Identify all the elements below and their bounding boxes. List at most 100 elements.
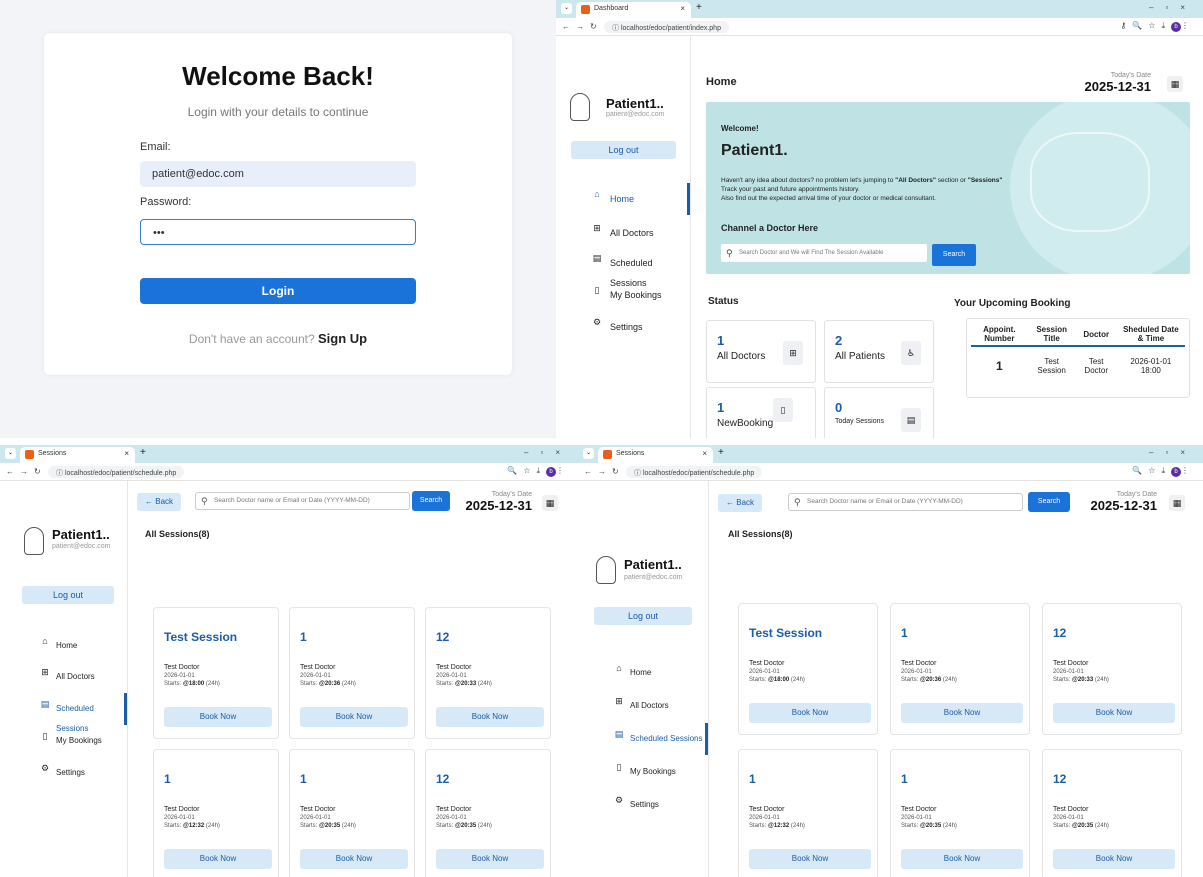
calendar-icon: ▦ [1167, 76, 1183, 92]
sidebar-item-scheduled-sessions[interactable]: ▤ Scheduled Sessions [0, 693, 127, 733]
new-tab-icon[interactable]: + [696, 2, 702, 13]
book-now-button[interactable]: Book Now [436, 849, 544, 869]
session-date: 2026-01-01 [749, 669, 780, 675]
address-bar: ←→↻ ⓘ localhost/edoc/patient/schedule.ph… [0, 463, 578, 481]
bookmark-icon: ▯ [773, 398, 793, 422]
book-now-button[interactable]: Book Now [1053, 703, 1175, 723]
session-title: 12 [436, 630, 450, 644]
window-controls[interactable]: –▫× [1149, 3, 1197, 12]
book-now-button[interactable]: Book Now [749, 703, 871, 723]
signup-text: Don't have an account? [188, 332, 315, 346]
book-now-button[interactable]: Book Now [1053, 849, 1175, 869]
starts-prefix: Starts: [901, 823, 921, 829]
search-placeholder: Search Doctor name or Email or Date (YYY… [807, 498, 963, 505]
password-field[interactable]: ••• [140, 219, 416, 245]
url-field[interactable]: ⓘ localhost/edoc/patient/schedule.php [626, 466, 763, 478]
logout-button[interactable]: Log out [594, 607, 692, 625]
sidebar-item-label: My Bookings [56, 736, 102, 745]
close-tab-icon[interactable]: × [702, 449, 707, 458]
signup-link[interactable]: Sign Up [318, 331, 367, 346]
sidebar-item-all-doctors[interactable]: ⊞ All Doctors [578, 696, 708, 716]
session-start: Starts: @20:36 (24h) [901, 677, 957, 683]
sidebar-item-settings[interactable]: ⚙ Settings [556, 317, 690, 337]
nav-buttons[interactable]: ←→↻ [584, 467, 625, 476]
sidebar-item-settings[interactable]: ⚙ Settings [0, 763, 127, 783]
session-card: 12 Test Doctor 2026-01-01 Starts: @20:33 (2… [425, 607, 551, 739]
book-now-button[interactable]: Book Now [164, 707, 272, 727]
table-cell: 1 [996, 359, 1003, 373]
url-field[interactable]: ⓘ localhost/edoc/patient/index.php [604, 21, 729, 33]
schedule-icon: ▤ [901, 408, 921, 432]
sidebar-item-home[interactable]: ⌂ Home [578, 663, 708, 683]
browser-toolbar-icons[interactable]: 🔍☆⤓ b ⋮ [1132, 466, 1195, 477]
session-date: 2026-01-01 [436, 673, 467, 679]
status-label: All Patients [835, 351, 886, 362]
tab-sessions[interactable]: Sessions × [598, 447, 713, 463]
sidebar-item-my-bookings[interactable]: ▯ My Bookings [578, 762, 708, 782]
bookmark-icon: ▯ [42, 731, 48, 741]
session-title: 1 [300, 772, 307, 786]
book-now-button[interactable]: Book Now [300, 707, 408, 727]
tab-sessions[interactable]: Sessions × [20, 447, 135, 463]
tab-search-icon[interactable]: ⌄ [583, 448, 594, 459]
search-button[interactable]: Search [1028, 492, 1070, 512]
search-button[interactable]: Search [412, 491, 450, 511]
back-button[interactable]: ← Back [718, 494, 763, 512]
status-card-all-patients[interactable]: 2 All Patients ♿ [824, 320, 934, 383]
search-button[interactable]: Search [932, 244, 976, 266]
sidebar-item-settings[interactable]: ⚙ Settings [578, 795, 708, 815]
close-tab-icon[interactable]: × [124, 449, 129, 458]
book-now-button[interactable]: Book Now [901, 703, 1023, 723]
close-tab-icon[interactable]: × [680, 4, 685, 13]
url-field[interactable]: ⓘ localhost/edoc/patient/schedule.php [48, 466, 185, 478]
browser-toolbar-icons[interactable]: ⚷🔍☆⤓ b ⋮ [1120, 21, 1195, 32]
doctor-icon: ⊞ [615, 696, 623, 706]
status-label: NewBooking [717, 418, 774, 429]
book-now-button[interactable]: Book Now [749, 849, 871, 869]
sidebar-item-all-doctors[interactable]: ⊞ All Doctors [0, 667, 127, 687]
tab-search-icon[interactable]: ⌄ [5, 448, 16, 459]
back-button[interactable]: ← Back [137, 493, 182, 511]
login-button[interactable]: Login [140, 278, 416, 304]
home-icon: ⌂ [616, 663, 622, 673]
sidebar-item-my-bookings[interactable]: ▯ My Bookings [556, 285, 690, 305]
nav-buttons[interactable]: ←→↻ [562, 22, 603, 31]
sidebar-item-scheduled-sessions[interactable]: ▤ Scheduled Sessions [578, 723, 708, 755]
browser-toolbar-icons[interactable]: 🔍☆⤓ b ⋮ [507, 466, 570, 477]
book-now-button[interactable]: Book Now [901, 849, 1023, 869]
sidebar-item-home[interactable]: ⌂ Home [0, 636, 127, 656]
status-card-new-booking[interactable]: 1 NewBooking ▯ [706, 387, 816, 438]
new-tab-icon[interactable]: + [140, 447, 146, 458]
tab-title: Sessions [616, 450, 645, 457]
table-row[interactable]: 1 Test Session Test Doctor 2026-01-01 18… [971, 346, 1185, 385]
session-doctor: Test Doctor [901, 806, 937, 813]
doctor-icon: ⊞ [593, 223, 601, 233]
doctor-search-input[interactable]: ⚲ Search Doctor and We will Find The Sess… [721, 244, 927, 262]
session-search-input[interactable]: ⚲ Search Doctor name or Email or Date (YY… [195, 492, 410, 510]
nav-buttons[interactable]: ←→↻ [6, 467, 47, 476]
sidebar-item-scheduled-sessions[interactable]: ▤ Scheduled Sessions [556, 253, 690, 288]
window-controls[interactable]: –▫× [524, 448, 572, 457]
session-card: Test Session Test Doctor 2026-01-01 Starts:… [153, 607, 279, 739]
session-search-input[interactable]: ⚲ Search Doctor name or Email or Date (YY… [788, 493, 1023, 511]
profile-avatar[interactable]: b [546, 467, 556, 477]
session-doctor: Test Doctor [300, 664, 336, 671]
email-field[interactable]: patient@edoc.com [140, 161, 416, 187]
sidebar-item-home[interactable]: ⌂ Home [556, 183, 690, 215]
logout-button[interactable]: Log out [571, 141, 676, 159]
status-card-today-sessions[interactable]: 0 Today Sessions ▤ [824, 387, 934, 438]
book-now-button[interactable]: Book Now [436, 707, 544, 727]
window-controls[interactable]: –▫× [1149, 448, 1197, 457]
sidebar-item-all-doctors[interactable]: ⊞ All Doctors [556, 223, 690, 243]
logout-button[interactable]: Log out [22, 586, 114, 604]
profile-avatar[interactable]: b [1171, 467, 1181, 477]
new-tab-icon[interactable]: + [718, 447, 724, 458]
date-label: Today's Date [1116, 491, 1157, 498]
status-card-all-doctors[interactable]: 1 All Doctors ⊞ [706, 320, 816, 383]
book-now-button[interactable]: Book Now [300, 849, 408, 869]
tab-search-icon[interactable]: ⌄ [561, 3, 572, 14]
sidebar-item-my-bookings[interactable]: ▯ My Bookings [0, 731, 127, 751]
profile-avatar[interactable]: b [1171, 22, 1181, 32]
tab-dashboard[interactable]: Dashboard × [576, 2, 691, 18]
book-now-button[interactable]: Book Now [164, 849, 272, 869]
